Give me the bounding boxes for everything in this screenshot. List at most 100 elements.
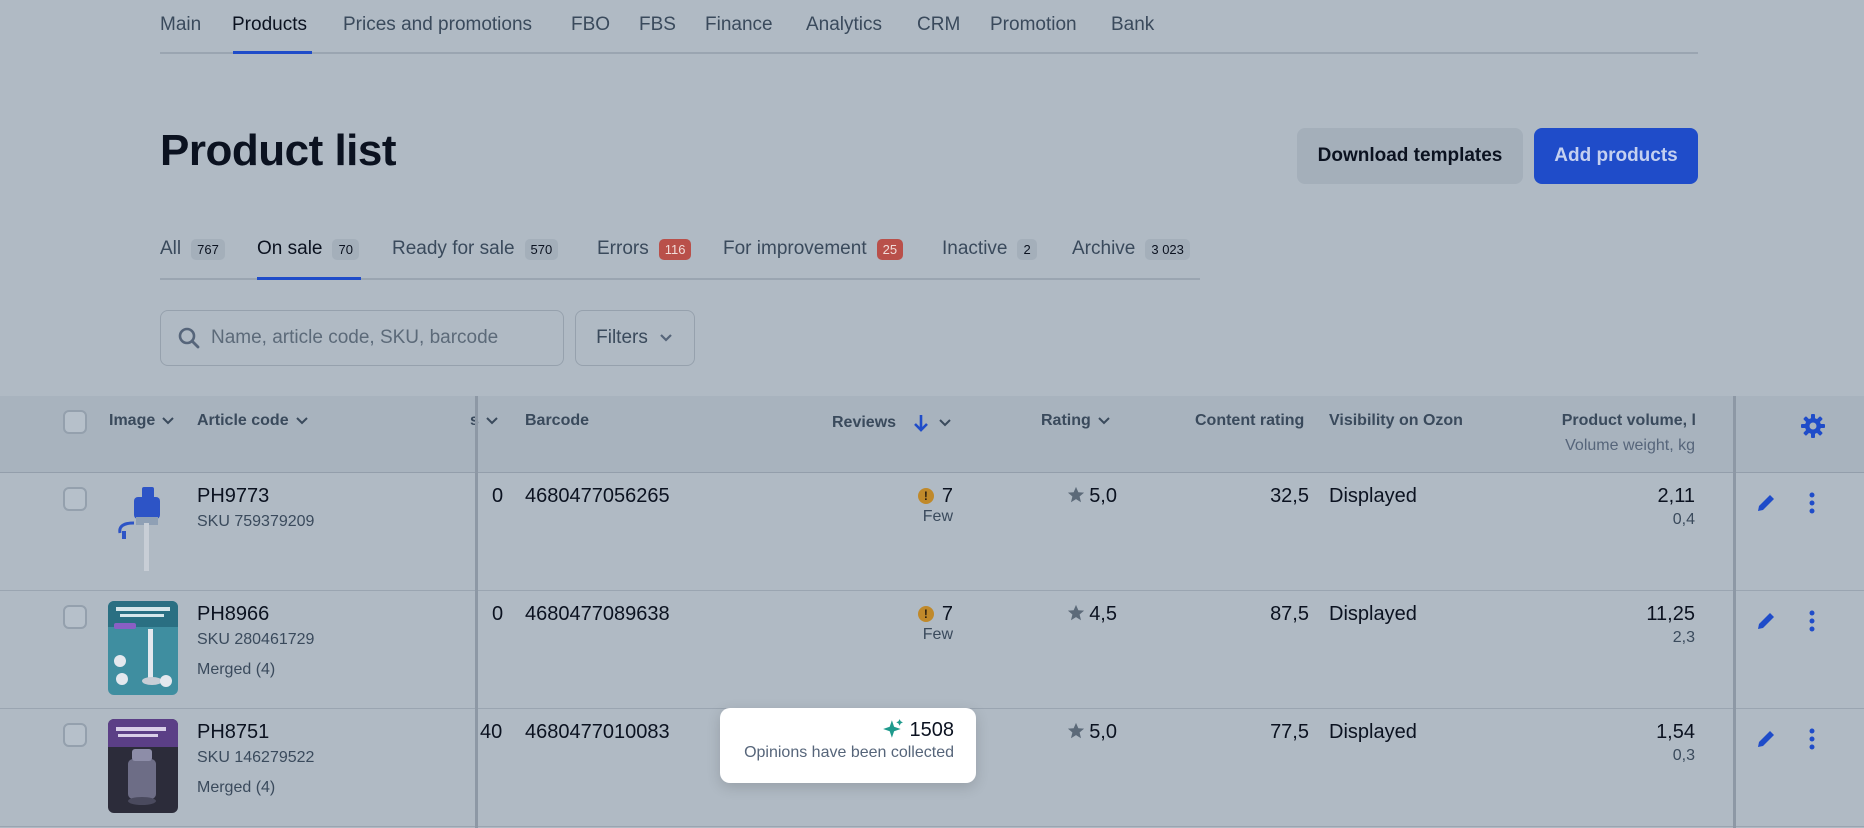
select-all-checkbox[interactable] bbox=[63, 410, 87, 434]
tab-label: Ready for sale bbox=[392, 238, 515, 259]
table-row[interactable]: PH9773 SKU 759379209 0 4680477056265 ! 7 … bbox=[0, 473, 1864, 591]
reviews-number: 1508 bbox=[909, 719, 955, 741]
column-reviews-header[interactable]: Reviews bbox=[832, 412, 952, 434]
sku-text: SKU 280461729 bbox=[197, 631, 315, 648]
nav-item-analytics[interactable]: Analytics bbox=[806, 14, 882, 36]
visibility-status: Displayed bbox=[1329, 603, 1417, 625]
article-code[interactable]: PH8751 bbox=[197, 721, 269, 744]
tab-count: 767 bbox=[191, 238, 225, 260]
tab-label: For improvement bbox=[723, 238, 867, 259]
column-label: Rating bbox=[1041, 412, 1091, 429]
sort-descending-icon[interactable] bbox=[910, 412, 932, 434]
nav-item-products[interactable]: Products bbox=[232, 14, 307, 36]
search-box[interactable] bbox=[160, 310, 564, 366]
volume-value: 2,11 bbox=[1657, 485, 1695, 507]
product-thumbnail[interactable] bbox=[108, 601, 178, 695]
content-rating-value: 87,5 bbox=[1270, 603, 1309, 625]
merged-link[interactable]: Merged (4) bbox=[197, 779, 275, 797]
more-options-icon[interactable] bbox=[1800, 609, 1824, 633]
reviews-count: 1508 bbox=[882, 718, 955, 742]
product-thumbnail[interactable] bbox=[108, 719, 178, 813]
nav-item-crm[interactable]: CRM bbox=[917, 14, 960, 36]
barcode-value: 4680477010083 bbox=[525, 721, 670, 743]
nav-item-main[interactable]: Main bbox=[160, 14, 201, 36]
reviews-note: Opinions have been collected bbox=[744, 744, 954, 761]
nav-item-promotion[interactable]: Promotion bbox=[990, 14, 1077, 36]
reviews-note: Few bbox=[922, 508, 953, 525]
merged-link[interactable]: Merged (4) bbox=[197, 661, 275, 679]
tab-label: All bbox=[160, 238, 182, 259]
row-checkbox[interactable] bbox=[63, 723, 87, 747]
tab-errors[interactable]: Errors 116 bbox=[597, 238, 692, 260]
column-barcode-header[interactable]: Barcode bbox=[525, 412, 589, 430]
edit-pencil-icon[interactable] bbox=[1754, 727, 1778, 751]
search-input[interactable] bbox=[211, 327, 541, 349]
reviews-count[interactable]: ! 7 bbox=[917, 603, 953, 626]
tab-count: 70 bbox=[332, 238, 359, 260]
chevron-down-icon bbox=[295, 417, 308, 425]
edit-pencil-icon[interactable] bbox=[1754, 609, 1778, 633]
product-thumbnail[interactable] bbox=[108, 483, 178, 577]
column-volume-header[interactable]: Product volume, l bbox=[1562, 412, 1696, 430]
nav-item-prices-and-promotions[interactable]: Prices and promotions bbox=[343, 14, 532, 36]
stock-value: 0 bbox=[492, 485, 504, 507]
nav-item-fbs[interactable]: FBS bbox=[639, 14, 676, 36]
actions-column-divider bbox=[1733, 396, 1736, 828]
more-options-icon[interactable] bbox=[1800, 727, 1824, 751]
table-row[interactable]: PH8966 SKU 280461729 Merged (4) 0 468047… bbox=[0, 591, 1864, 709]
chevron-down-icon bbox=[486, 417, 498, 425]
star-icon bbox=[1068, 604, 1085, 621]
column-content-rating-header[interactable]: Content rating bbox=[1195, 412, 1304, 430]
stock-value: 0 bbox=[492, 603, 504, 625]
add-products-button[interactable]: Add products bbox=[1534, 128, 1698, 184]
tab-count: 570 bbox=[524, 238, 559, 260]
edit-pencil-icon[interactable] bbox=[1754, 491, 1778, 515]
tab-archive[interactable]: Archive 3 023 bbox=[1072, 238, 1190, 260]
chevron-down-icon bbox=[939, 419, 951, 427]
column-image-header[interactable]: Image bbox=[109, 412, 175, 430]
nav-item-fbo[interactable]: FBO bbox=[571, 14, 610, 36]
chevron-down-icon bbox=[1098, 417, 1110, 425]
rating-value: 5,0 bbox=[1067, 485, 1117, 508]
volume-weight-value: 2,3 bbox=[1672, 629, 1695, 646]
content-rating-value: 32,5 bbox=[1270, 485, 1309, 507]
tab-for-improvement[interactable]: For improvement 25 bbox=[723, 238, 904, 260]
column-article-code-header[interactable]: Article code bbox=[197, 412, 309, 430]
filters-button[interactable]: Filters bbox=[575, 310, 695, 366]
more-options-icon[interactable] bbox=[1800, 491, 1824, 515]
row-checkbox[interactable] bbox=[63, 605, 87, 629]
tab-on-sale[interactable]: On sale 70 bbox=[257, 238, 359, 260]
volume-weight-value: 0,4 bbox=[1672, 511, 1695, 528]
column-freeze-divider[interactable] bbox=[475, 396, 478, 828]
rating-number: 5,0 bbox=[1089, 721, 1117, 743]
barcode-value: 4680477089638 bbox=[525, 603, 670, 625]
reviews-count[interactable]: ! 7 bbox=[917, 485, 953, 508]
reviews-highlight-card[interactable]: 1508 Opinions have been collected bbox=[720, 708, 976, 783]
tab-all[interactable]: All 767 bbox=[160, 238, 225, 260]
column-label: Article code bbox=[197, 412, 289, 429]
download-templates-button[interactable]: Download templates bbox=[1297, 128, 1523, 184]
nav-item-finance[interactable]: Finance bbox=[705, 14, 773, 36]
tab-count: 25 bbox=[876, 238, 904, 260]
row-checkbox[interactable] bbox=[63, 487, 87, 511]
settings-gear-icon[interactable] bbox=[1800, 413, 1826, 439]
tab-inactive[interactable]: Inactive 2 bbox=[942, 238, 1037, 260]
warning-icon: ! bbox=[917, 606, 934, 622]
tab-ready-for-sale[interactable]: Ready for sale 570 bbox=[392, 238, 559, 260]
reviews-number: 7 bbox=[941, 485, 953, 507]
star-icon bbox=[1068, 722, 1085, 739]
tab-label: Archive bbox=[1072, 238, 1136, 259]
search-icon bbox=[178, 327, 200, 349]
reviews-note: Few bbox=[922, 626, 953, 643]
stock-value: 40 bbox=[480, 721, 503, 743]
sku-text: SKU 146279522 bbox=[197, 749, 315, 766]
article-code[interactable]: PH9773 bbox=[197, 485, 269, 508]
column-rating-header[interactable]: Rating bbox=[1041, 412, 1111, 430]
nav-item-bank[interactable]: Bank bbox=[1111, 14, 1154, 36]
tab-count: 2 bbox=[1017, 238, 1037, 260]
article-code[interactable]: PH8966 bbox=[197, 603, 269, 626]
top-navigation: Main Products Prices and promotions FBO … bbox=[160, 0, 1698, 54]
column-visibility-header[interactable]: Visibility on Ozon bbox=[1329, 412, 1463, 430]
chevron-down-icon bbox=[660, 334, 672, 342]
chevron-down-icon bbox=[162, 417, 174, 425]
